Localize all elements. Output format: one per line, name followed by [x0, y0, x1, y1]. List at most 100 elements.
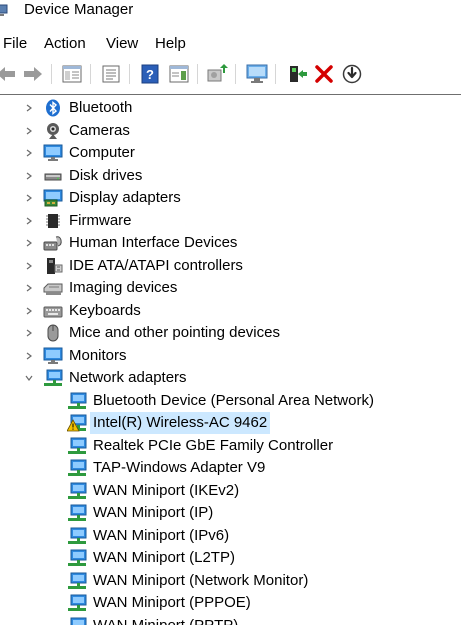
chevron-right-icon[interactable] [24, 351, 34, 361]
window-title: Device Manager [24, 1, 134, 18]
tree-item-label: Display adapters [69, 189, 181, 206]
device-label: Intel(R) Wireless-AC 9462 [90, 412, 271, 434]
device-label: WAN Miniport (IKEv2) [93, 481, 240, 499]
tree-item-firmware[interactable]: Firmware [0, 210, 461, 232]
device-item-selected[interactable]: Intel(R) Wireless-AC 9462 [0, 412, 461, 434]
bluetooth-icon [46, 99, 60, 117]
network-adapter-icon [68, 482, 87, 499]
show-hide-console-tree-button[interactable] [60, 62, 84, 86]
update-driver-icon [207, 64, 228, 82]
action-pane-button[interactable] [167, 62, 191, 86]
help-button[interactable]: ? [138, 62, 162, 86]
chevron-right-icon[interactable] [24, 261, 34, 271]
svg-text:?: ? [146, 67, 154, 82]
device-item[interactable]: WAN Miniport (Network Monitor) [0, 570, 461, 592]
tree-item-imaging-devices[interactable]: Imaging devices [0, 277, 461, 299]
device-label: WAN Miniport (IPv6) [93, 526, 230, 544]
mouse-icon [47, 324, 59, 342]
network-adapter-icon [68, 594, 87, 611]
properties-icon [102, 65, 120, 83]
tree-item-label: Human Interface Devices [69, 234, 238, 251]
firmware-icon [46, 213, 60, 228]
network-adapter-icon [68, 549, 87, 566]
tree-item-ide-ata-atapi-controllers[interactable]: IDE ATA/ATAPI controllers [0, 255, 461, 277]
device-item[interactable]: WAN Miniport (IP) [0, 502, 461, 524]
chevron-right-icon[interactable] [24, 126, 34, 136]
chevron-right-icon[interactable] [24, 193, 34, 203]
computer-icon [43, 144, 63, 161]
uninstall-device-button[interactable] [312, 62, 336, 86]
enable-device-icon [290, 66, 307, 82]
menu-help[interactable]: Help [154, 33, 187, 55]
disable-device-button[interactable] [340, 62, 364, 86]
menu-view[interactable]: View [105, 33, 139, 55]
properties-button[interactable] [99, 62, 123, 86]
device-item[interactable]: Realtek PCIe GbE Family Controller [0, 435, 461, 457]
toolbar: ? [0, 60, 461, 88]
device-tree: Bluetooth Cameras Computer Disk drives D… [0, 97, 461, 625]
device-label: WAN Miniport (IP) [93, 504, 214, 521]
network-adapter-icon [68, 504, 87, 521]
chevron-right-icon[interactable] [24, 103, 34, 113]
tree-item-network-adapters[interactable]: Network adapters [0, 367, 461, 389]
tree-item-label: Cameras [69, 121, 130, 139]
chevron-right-icon[interactable] [24, 283, 34, 293]
chevron-right-icon[interactable] [24, 171, 34, 181]
chevron-right-icon[interactable] [24, 238, 34, 248]
tree-item-label: Network adapters [69, 369, 187, 386]
network-adapter-icon [68, 392, 87, 409]
device-item[interactable]: WAN Miniport (PPTP) [0, 615, 461, 625]
menu-action[interactable]: Action [43, 33, 87, 55]
forward-button[interactable] [21, 62, 45, 86]
device-item[interactable]: Bluetooth Device (Personal Area Network) [0, 390, 461, 412]
toolbar-divider [0, 94, 461, 95]
chevron-right-icon[interactable] [24, 328, 34, 338]
ide-controller-icon [47, 257, 63, 274]
toolbar-separator [197, 64, 198, 84]
tree-item-mice-and-other-pointing-devices[interactable]: Mice and other pointing devices [0, 322, 461, 344]
device-item[interactable]: TAP-Windows Adapter V9 [0, 457, 461, 479]
device-item[interactable]: WAN Miniport (IKEv2) [0, 480, 461, 502]
chevron-right-icon[interactable] [24, 306, 34, 316]
menu-bar: File Action View Help [0, 33, 461, 55]
menu-file[interactable]: File [2, 33, 28, 55]
back-button[interactable] [0, 62, 18, 86]
action-pane-icon [169, 65, 189, 83]
display-adapter-icon [43, 189, 63, 207]
tree-item-human-interface-devices[interactable]: Human Interface Devices [0, 232, 461, 254]
tree-item-display-adapters[interactable]: Display adapters [0, 187, 461, 209]
tree-item-monitors[interactable]: Monitors [0, 345, 461, 367]
device-item[interactable]: WAN Miniport (IPv6) [0, 525, 461, 547]
network-adapter-warning-icon [67, 414, 87, 432]
title-bar: Device Manager [0, 0, 461, 22]
tree-item-label: Monitors [69, 346, 127, 364]
device-manager-icon [0, 4, 8, 16]
enable-device-button[interactable] [285, 62, 309, 86]
hid-icon [43, 236, 62, 251]
device-item[interactable]: WAN Miniport (L2TP) [0, 547, 461, 569]
network-adapter-icon [70, 617, 87, 625]
device-item[interactable]: WAN Miniport (PPPOE) [0, 592, 461, 614]
update-driver-button[interactable] [205, 62, 229, 86]
tree-item-label: Bluetooth [69, 99, 133, 116]
device-label: WAN Miniport (PPTP) [93, 616, 239, 625]
tree-item-computer[interactable]: Computer [0, 142, 461, 164]
scan-hardware-button[interactable] [245, 62, 269, 86]
imaging-device-icon [43, 283, 63, 295]
tree-item-keyboards[interactable]: Keyboards [0, 300, 461, 322]
chevron-right-icon[interactable] [24, 216, 34, 226]
back-arrow-icon [0, 67, 15, 81]
tree-item-cameras[interactable]: Cameras [0, 120, 461, 142]
uninstall-device-icon [315, 65, 333, 83]
chevron-right-icon[interactable] [24, 148, 34, 158]
toolbar-separator [235, 64, 236, 84]
show-hide-console-tree-icon [62, 65, 82, 83]
network-adapter-icon [68, 437, 87, 454]
tree-item-bluetooth[interactable]: Bluetooth [0, 97, 461, 119]
monitor-icon [43, 347, 63, 364]
tree-item-disk-drives[interactable]: Disk drives [0, 165, 461, 187]
toolbar-separator [129, 64, 130, 84]
network-adapter-icon [68, 572, 87, 589]
disk-drive-icon [44, 173, 62, 180]
chevron-down-icon[interactable] [24, 373, 34, 383]
